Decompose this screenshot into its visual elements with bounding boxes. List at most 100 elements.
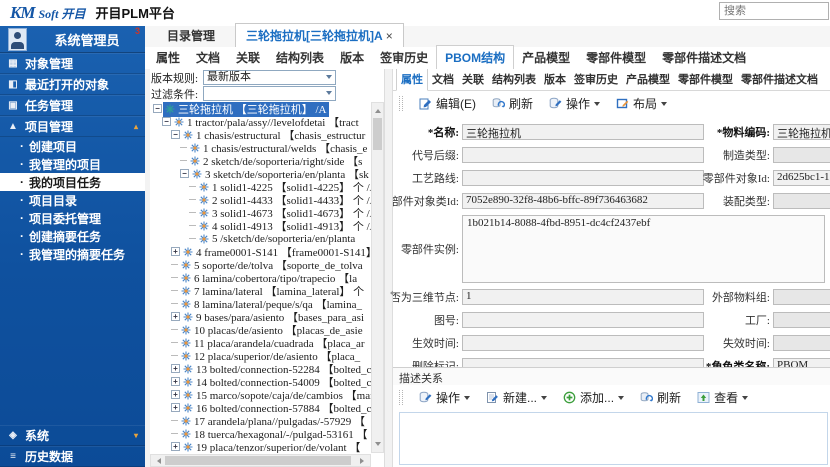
- tree-collapse-icon[interactable]: −: [180, 169, 189, 178]
- field-input-3-left[interactable]: 7052e890-32f8-48b6-bffc-89f736463682: [462, 193, 704, 209]
- relation-toolbar-button-3[interactable]: 刷新: [640, 389, 681, 406]
- logo-soft-text: Soft 开目: [38, 5, 85, 22]
- field-input-5-right[interactable]: [773, 289, 830, 305]
- tree-horizontal-scrollbar[interactable]: [150, 454, 371, 467]
- tree-node-icon: [183, 377, 193, 387]
- field-input-6-left[interactable]: [462, 312, 704, 328]
- tree-node-26[interactable]: +19 placa/tenzor/superior/de/volant 【: [150, 440, 371, 453]
- object-tab-0[interactable]: 属性: [148, 46, 188, 69]
- field-label: 代号后缀:: [393, 147, 459, 163]
- object-tab-9[interactable]: 零部件描述文档: [654, 46, 754, 69]
- object-tab-5[interactable]: 签审历史: [372, 46, 436, 69]
- sidebar-item-3[interactable]: ▲项目管理▴: [0, 116, 145, 137]
- sidebar-item-1[interactable]: ◧最近打开的对象: [0, 74, 145, 95]
- tree-connector: [171, 433, 178, 434]
- search-input[interactable]: [719, 2, 829, 20]
- sidebar-item-label: 系统: [25, 427, 49, 444]
- sidebar-subitem-1[interactable]: ·我管理的项目: [0, 155, 145, 173]
- tree-expand-icon[interactable]: +: [171, 377, 180, 386]
- tree-collapse-icon[interactable]: −: [153, 104, 162, 113]
- toolbar-button-2[interactable]: 操作: [549, 95, 600, 112]
- object-tab-1[interactable]: 文档: [188, 46, 228, 69]
- detail-tab-0[interactable]: 属性: [396, 69, 428, 91]
- product-title: 开目PLM平台: [95, 3, 174, 22]
- field-input-2-right[interactable]: 2d625bc1-121f: [773, 170, 830, 186]
- scrollbar-thumb[interactable]: [165, 456, 351, 465]
- tree-expand-icon[interactable]: +: [171, 247, 180, 256]
- toolbar-button-1[interactable]: 刷新: [492, 95, 533, 112]
- detail-tab-4[interactable]: 版本: [540, 69, 570, 90]
- sidebar-bottom-item-0[interactable]: ◈系统▾: [0, 425, 145, 446]
- toolbar-button-label: 查看: [714, 389, 738, 406]
- relation-toolbar-button-2[interactable]: 添加...: [563, 389, 624, 406]
- scrollbar-thumb[interactable]: [373, 118, 382, 150]
- document-tab-0[interactable]: 目录管理: [157, 24, 225, 47]
- panel-splitter[interactable]: [384, 69, 393, 467]
- sidebar-item-2[interactable]: ▣任务管理: [0, 95, 145, 116]
- object-tab-2[interactable]: 关联: [228, 46, 268, 69]
- tree-expand-icon[interactable]: +: [171, 403, 180, 412]
- refresh-icon: [640, 391, 653, 404]
- sidebar-subitem-4[interactable]: ·项目委托管理: [0, 209, 145, 227]
- object-tab-4[interactable]: 版本: [332, 46, 372, 69]
- version-rule-select[interactable]: 最新版本: [203, 70, 336, 85]
- toolbar-button-0[interactable]: 编辑(E): [419, 95, 476, 112]
- close-icon[interactable]: ×: [386, 29, 393, 43]
- detail-tab-3[interactable]: 结构列表: [488, 69, 540, 90]
- tree-vertical-scrollbar[interactable]: [371, 102, 384, 453]
- detail-tab-5[interactable]: 签审历史: [570, 69, 622, 90]
- history-icon: ≡: [7, 451, 19, 462]
- detail-tab-6[interactable]: 产品模型: [622, 69, 674, 90]
- detail-tab-1[interactable]: 文档: [428, 69, 458, 90]
- toolbar-button-3[interactable]: 布局: [616, 95, 667, 112]
- collapse-arrow-icon[interactable]: ▴: [134, 123, 138, 131]
- tree-node-9[interactable]: 4 solid1-4913 【solid1-4913】 个 /A:: [150, 219, 371, 232]
- field-input-0-left[interactable]: 三轮拖拉机: [462, 124, 704, 140]
- sidebar-bottom-item-1[interactable]: ≡历史数据: [0, 446, 145, 467]
- sidebar-subitem-5[interactable]: ·创建摘要任务: [0, 227, 145, 245]
- scroll-right-icon: [360, 458, 367, 464]
- field-textarea[interactable]: 1b021b14-8088-4fbd-8951-dc4cf2437ebf: [462, 215, 825, 283]
- tree-node-icon: [181, 299, 191, 309]
- tree-expand-icon[interactable]: +: [171, 312, 180, 321]
- detail-tab-7[interactable]: 零部件模型: [674, 69, 737, 90]
- field-input-1-left[interactable]: [462, 147, 704, 163]
- tree-expand-icon[interactable]: +: [171, 442, 180, 451]
- field-input-3-right[interactable]: [773, 193, 830, 209]
- sidebar-subitem-3[interactable]: ·项目目录: [0, 191, 145, 209]
- document-tab-1[interactable]: 三轮拖拉机[三轮拖拉机]A×: [235, 23, 404, 48]
- field-input-6-right[interactable]: [773, 312, 830, 328]
- toolbar-button-label: 新建...: [503, 389, 537, 406]
- tree-collapse-icon[interactable]: −: [171, 130, 180, 139]
- field-input-0-right[interactable]: 三轮拖拉机: [773, 124, 830, 140]
- bullet-icon: ·: [20, 157, 24, 171]
- tree-node-icon: [181, 351, 191, 361]
- tree-expand-icon[interactable]: +: [171, 364, 180, 373]
- tree-expand-icon[interactable]: +: [171, 390, 180, 399]
- relation-toolbar-button-0[interactable]: 操作: [419, 389, 470, 406]
- relation-toolbar-button-1[interactable]: 新建...: [486, 389, 547, 406]
- field-input-2-left[interactable]: [462, 170, 704, 186]
- field-label-text: *物料编码:: [717, 124, 770, 140]
- field-input-1-right[interactable]: [773, 147, 830, 163]
- sidebar-item-0[interactable]: ▦对象管理: [0, 53, 145, 74]
- filter-select[interactable]: [203, 86, 336, 101]
- object-tab-7[interactable]: 产品模型: [514, 46, 578, 69]
- tree-collapse-icon[interactable]: −: [162, 117, 171, 126]
- object-tab-6[interactable]: PBOM结构: [436, 45, 514, 70]
- relation-list[interactable]: [399, 412, 828, 465]
- sidebar-subitem-6[interactable]: ·我管理的摘要任务: [0, 245, 145, 263]
- sidebar-subitem-2[interactable]: ·我的项目任务: [0, 173, 145, 191]
- object-tab-8[interactable]: 零部件模型: [578, 46, 654, 69]
- tree-node-icon: [181, 273, 191, 283]
- user-panel[interactable]: 系统管理员 3: [0, 26, 145, 53]
- detail-tab-2[interactable]: 关联: [458, 69, 488, 90]
- field-input-7-left[interactable]: [462, 335, 704, 351]
- field-input-7-right[interactable]: [773, 335, 830, 351]
- relation-toolbar-button-4[interactable]: 查看: [697, 389, 748, 406]
- sidebar-subitem-0[interactable]: ·创建项目: [0, 137, 145, 155]
- detail-tab-8[interactable]: 零部件描述文档: [737, 69, 822, 90]
- field-input-5-left[interactable]: 1: [462, 289, 704, 305]
- object-tab-3[interactable]: 结构列表: [268, 46, 332, 69]
- chevron-down-icon[interactable]: ▾: [134, 432, 138, 440]
